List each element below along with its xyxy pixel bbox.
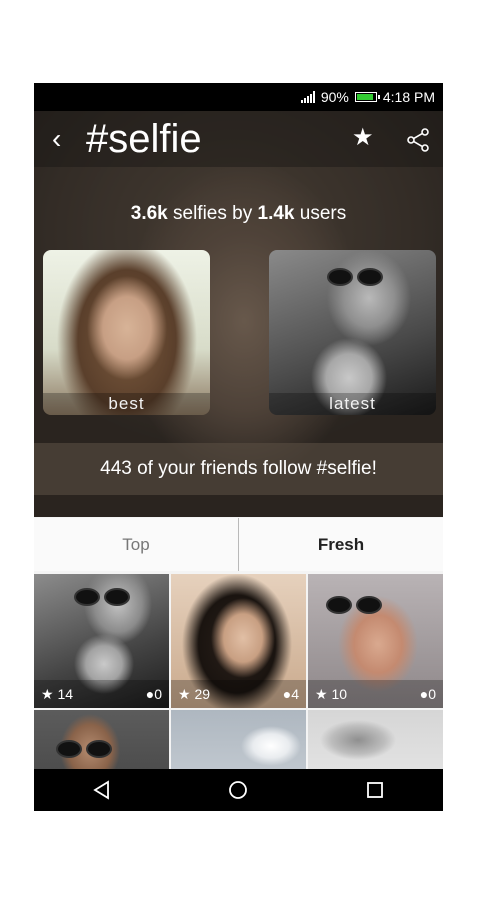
best-label: best [43, 393, 210, 415]
photo-stats-bar: ★ 10 ●0 [308, 680, 443, 708]
selfie-grid: ★ 14 ●0 ★ 29 ●4 ★ 10 ●0 [34, 574, 443, 811]
top-bar: ‹ #selfie ★ [34, 111, 443, 167]
star-icon[interactable]: ★ [352, 125, 374, 151]
likes-count: ★ 14 [41, 686, 74, 702]
comment-icon: ● [419, 686, 429, 702]
latest-label: latest [269, 393, 436, 415]
hashtag-hero: ‹ #selfie ★ 3.6k selfies by 1.4k users b… [34, 111, 443, 517]
comment-icon: ● [145, 686, 155, 702]
friends-follow-banner[interactable]: 443 of your friends follow #selfie! [34, 443, 443, 495]
selfies-label: selfies by [167, 203, 258, 224]
photo-stats-bar: ★ 29 ●4 [171, 680, 306, 708]
comments-count: ●0 [145, 686, 162, 702]
sunglasses-shape [56, 740, 112, 758]
star-icon: ★ [41, 686, 54, 702]
sunglasses-shape [74, 588, 130, 606]
grid-photo[interactable]: ★ 10 ●0 [308, 574, 443, 708]
back-icon[interactable]: ‹ [52, 125, 61, 153]
battery-icon [354, 92, 380, 102]
users-count: 1.4k [257, 203, 295, 224]
system-nav-bar [34, 769, 443, 811]
signal-icon [300, 91, 315, 103]
sunglasses-shape [327, 268, 383, 286]
likes-count: ★ 10 [315, 686, 348, 702]
grid-photo[interactable]: ★ 14 ●0 [34, 574, 169, 708]
tab-fresh[interactable]: Fresh [239, 518, 443, 571]
tab-top[interactable]: Top [34, 518, 239, 571]
sunglasses-shape [326, 596, 382, 614]
likes-count: ★ 29 [178, 686, 211, 702]
best-selfie-card[interactable]: best [43, 250, 210, 415]
page-title: #selfie [86, 117, 202, 161]
selfies-count: 3.6k [130, 203, 168, 224]
comments-count: ●4 [282, 686, 299, 702]
photo-stats-bar: ★ 14 ●0 [34, 680, 169, 708]
grid-photo[interactable]: ★ 29 ●4 [171, 574, 306, 708]
triangle-back-icon[interactable] [82, 775, 122, 805]
latest-selfie-card[interactable]: latest [269, 250, 436, 415]
phone-screen: 90% 4:18 PM ‹ #selfie ★ 3.6k selfies by … [34, 83, 443, 811]
star-icon: ★ [178, 686, 191, 702]
comments-count: ●0 [419, 686, 436, 702]
users-label: users [294, 203, 347, 224]
status-bar: 90% 4:18 PM [34, 83, 443, 111]
star-icon: ★ [315, 686, 328, 702]
circle-home-icon[interactable] [218, 775, 258, 805]
share-icon[interactable] [406, 128, 430, 157]
square-recents-icon[interactable] [355, 775, 395, 805]
feed-tabs: Top Fresh [34, 518, 443, 571]
battery-percent: 90% [320, 89, 349, 105]
comment-icon: ● [282, 686, 292, 702]
hashtag-stats: 3.6k selfies by 1.4k users [34, 203, 443, 225]
clock: 4:18 PM [382, 89, 435, 105]
